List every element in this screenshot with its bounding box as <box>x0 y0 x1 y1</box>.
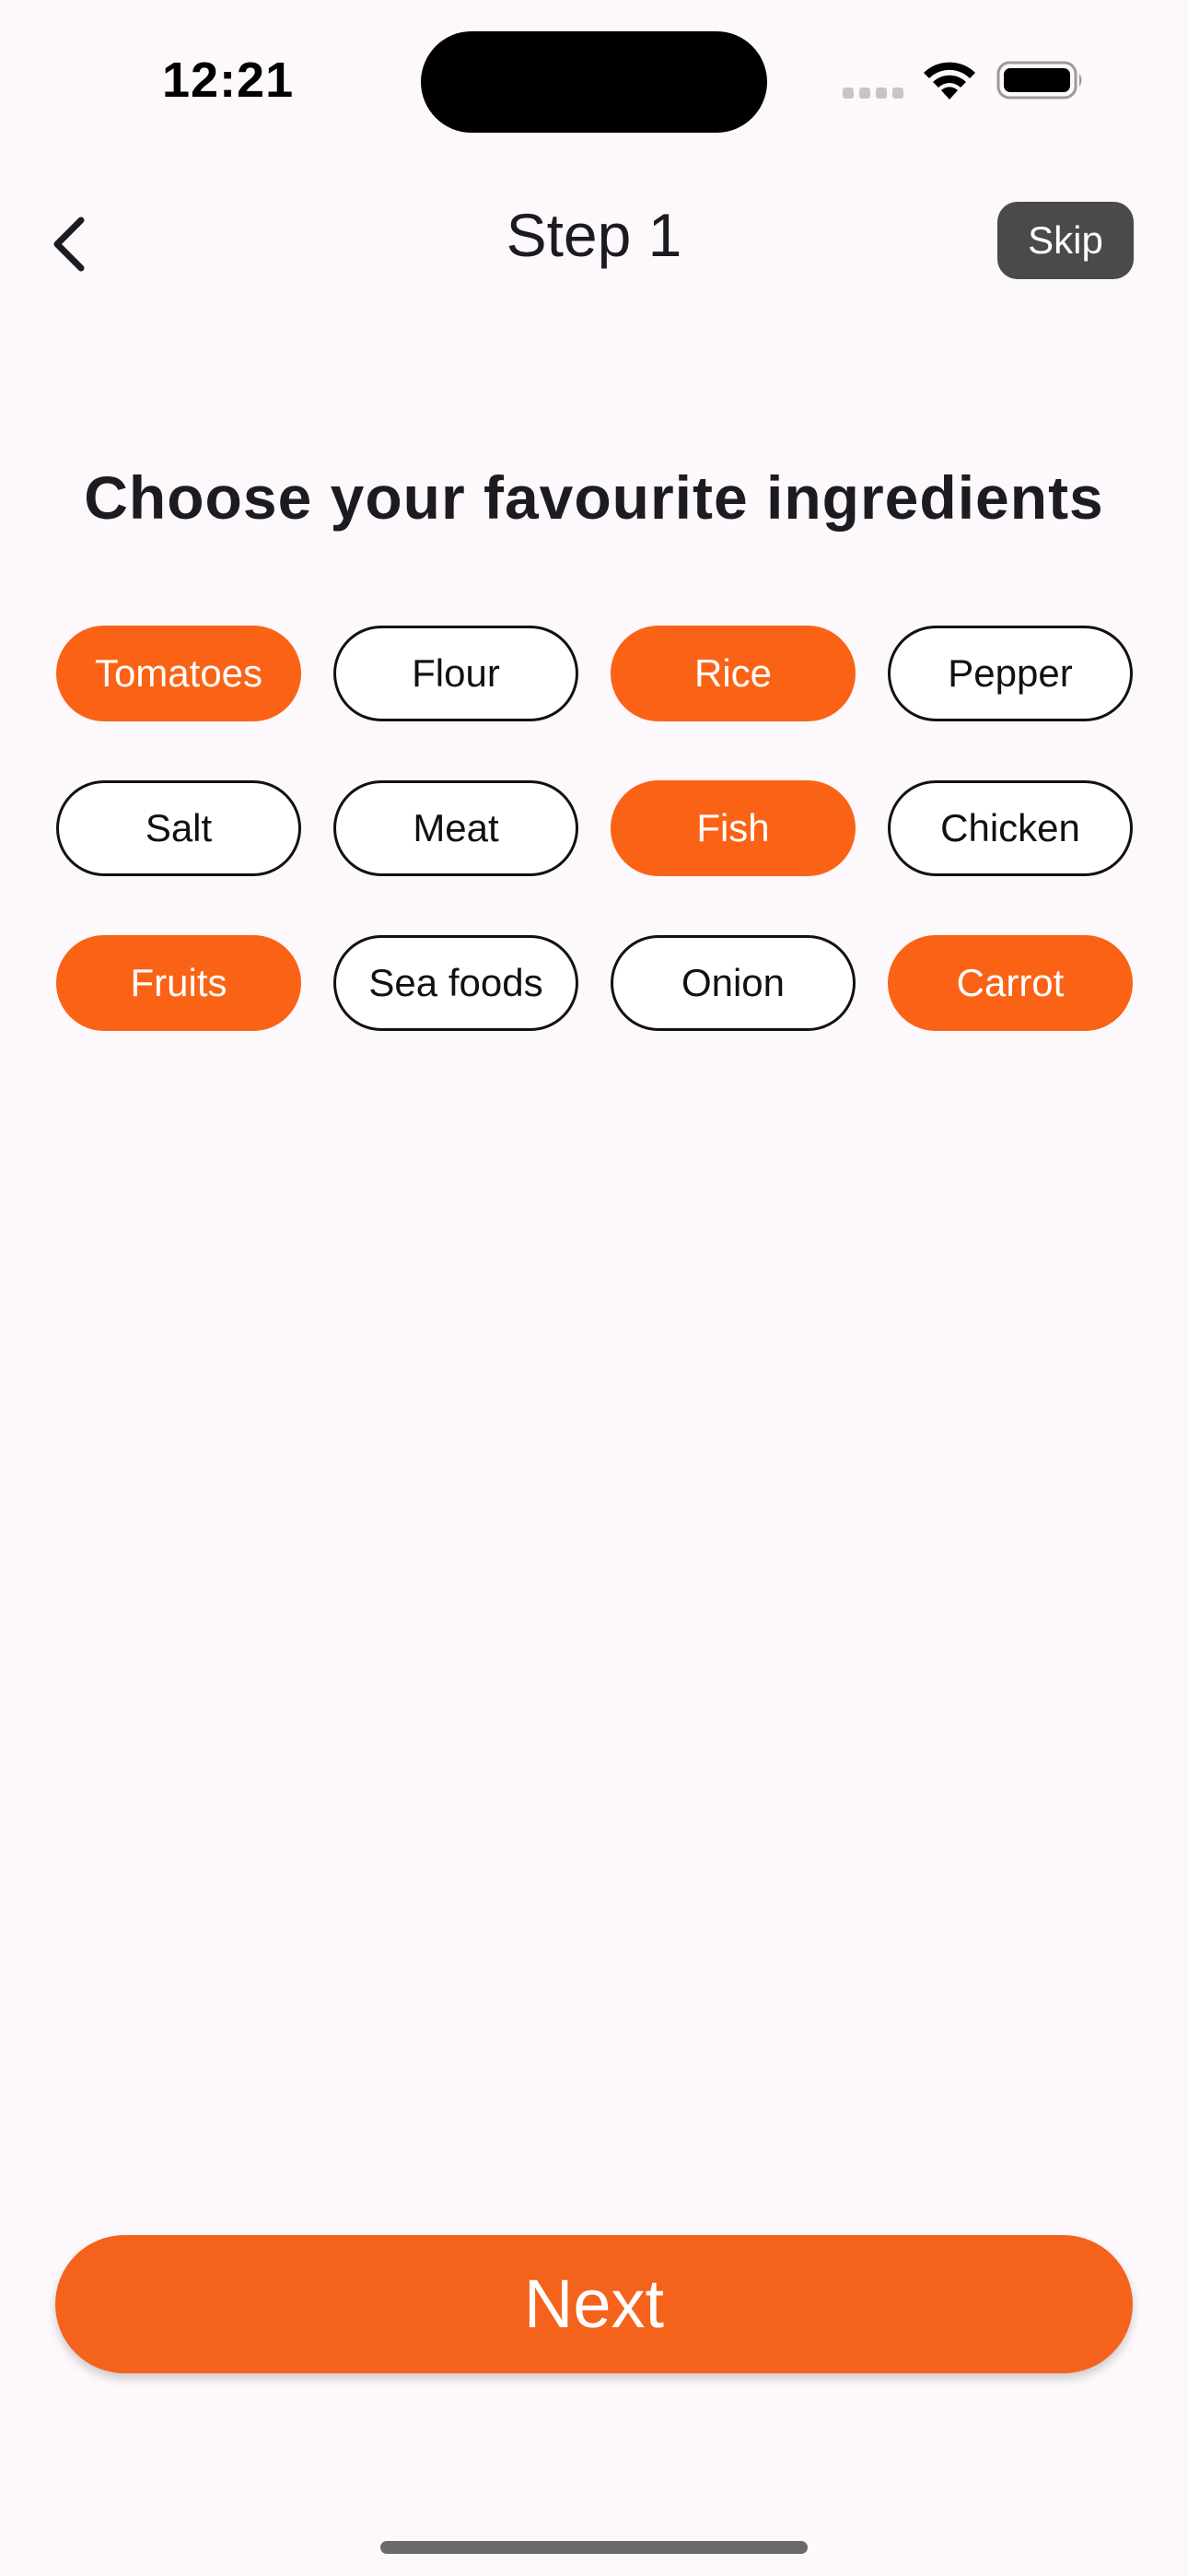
ingredient-chip[interactable]: Flour <box>333 626 578 721</box>
ingredient-chip[interactable]: Carrot <box>888 935 1133 1031</box>
skip-button[interactable]: Skip <box>997 202 1134 279</box>
ingredient-chip[interactable]: Sea foods <box>333 935 578 1031</box>
ingredient-chip[interactable]: Tomatoes <box>56 626 301 721</box>
wifi-icon <box>924 62 975 100</box>
next-button[interactable]: Next <box>55 2235 1133 2373</box>
ingredient-chip[interactable]: Onion <box>611 935 856 1031</box>
ingredient-chip[interactable]: Chicken <box>888 780 1133 876</box>
ingredient-chip[interactable]: Rice <box>611 626 856 721</box>
battery-icon <box>996 61 1082 100</box>
section-heading: Choose your favourite ingredients <box>84 463 1104 532</box>
home-indicator <box>380 2541 808 2554</box>
ingredient-chip[interactable]: Meat <box>333 780 578 876</box>
cellular-signal-icon <box>843 88 903 99</box>
ingredient-chip[interactable]: Fish <box>611 780 856 876</box>
page-title: Step 1 <box>506 201 682 269</box>
chevron-left-icon <box>53 217 85 272</box>
ingredient-chip-grid: Tomatoes Flour Rice Pepper Salt Meat Fis… <box>56 626 1134 1031</box>
ingredient-chip[interactable]: Pepper <box>888 626 1133 721</box>
status-bar-time: 12:21 <box>162 53 295 108</box>
ingredient-chip[interactable]: Salt <box>56 780 301 876</box>
dynamic-island <box>421 31 767 133</box>
back-button[interactable] <box>28 203 111 286</box>
ingredient-chip[interactable]: Fruits <box>56 935 301 1031</box>
